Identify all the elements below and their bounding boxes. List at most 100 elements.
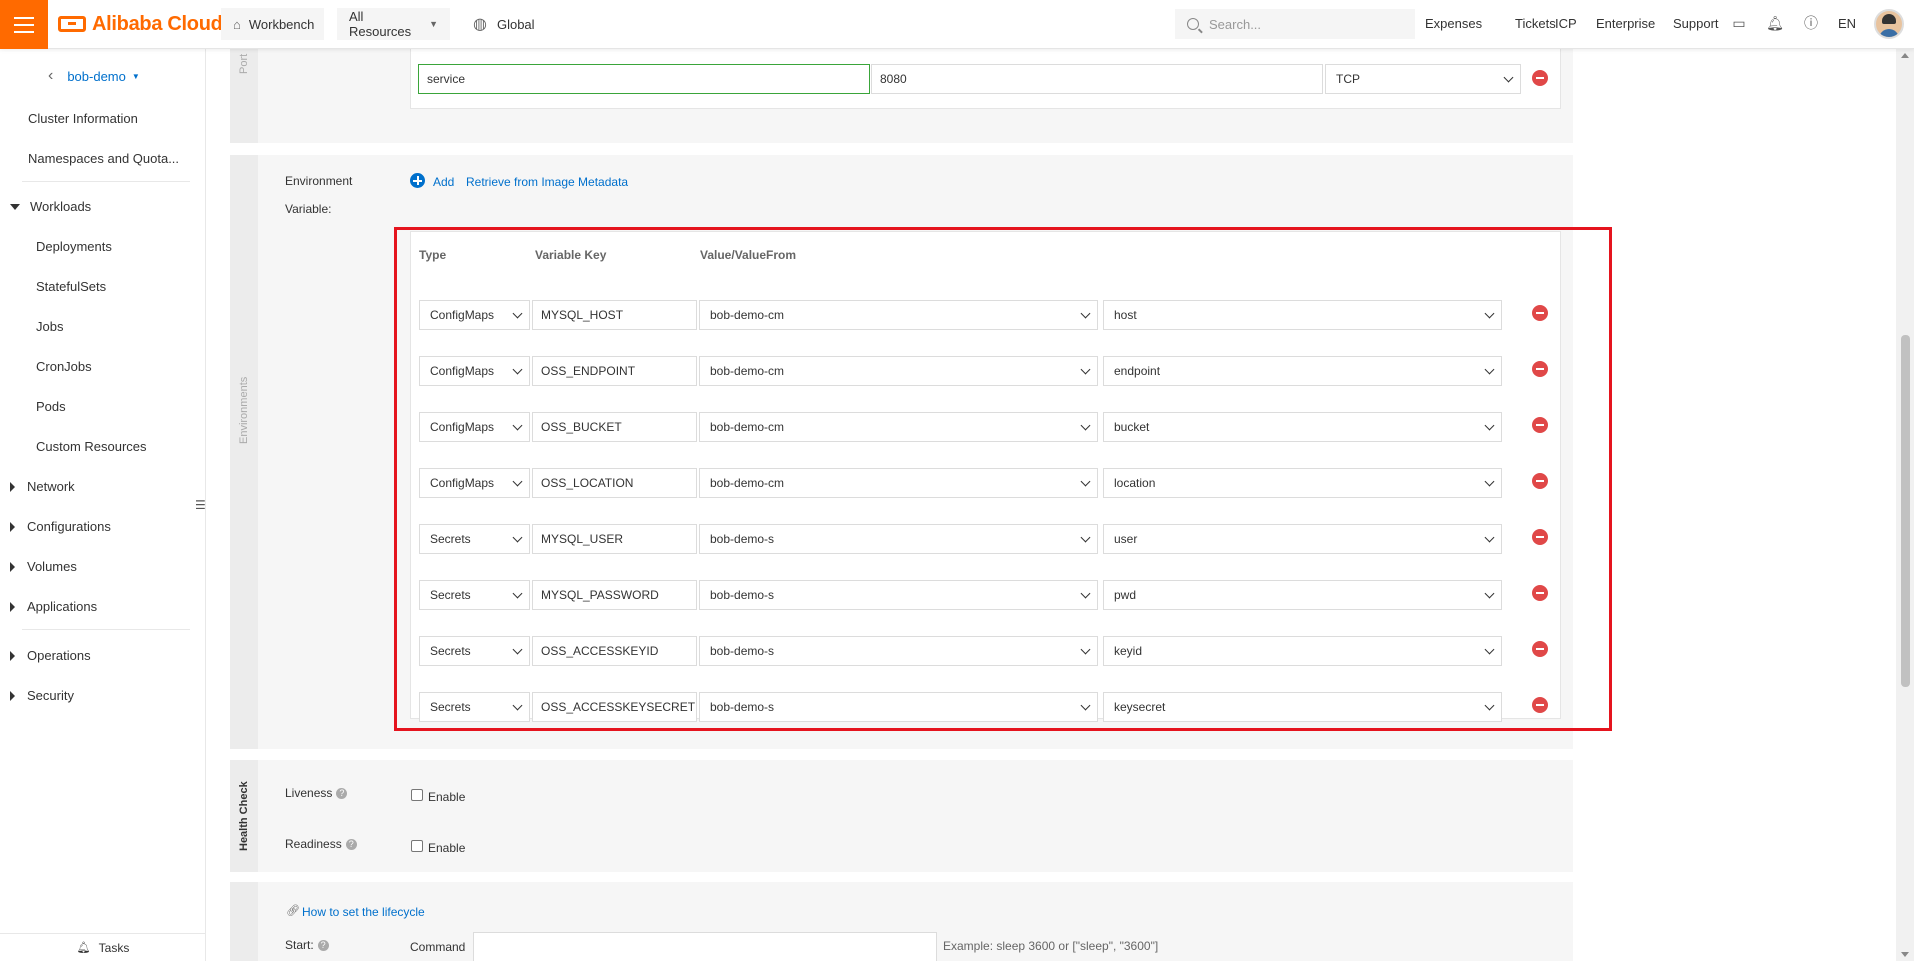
expenses-link[interactable]: Expenses	[1425, 16, 1482, 31]
sidebar-collapse-icon[interactable]: ☰	[195, 498, 206, 514]
collapsed-caret-icon	[10, 481, 15, 492]
sidebar-group-volumes[interactable]: Volumes	[10, 559, 77, 574]
globe-icon: ◍	[473, 16, 487, 33]
sidebar-item-cronjobs[interactable]: CronJobs	[36, 359, 92, 374]
cluster-selector[interactable]: ‹ bob-demo ▼	[0, 49, 205, 103]
bell-icon: 🔔︎	[76, 942, 91, 954]
expanded-caret-icon	[10, 203, 20, 210]
sidebar-group-label: Network	[27, 479, 75, 494]
language-selector[interactable]: EN	[1838, 16, 1856, 31]
home-icon: ⌂	[233, 16, 241, 32]
readiness-enable-checkbox[interactable]	[411, 840, 423, 852]
port-section: Port service 8080 TCP	[230, 49, 1573, 143]
workbench-button[interactable]: ⌂ Workbench	[221, 8, 324, 40]
sidebar-group-workloads[interactable]: Workloads	[10, 199, 91, 214]
sidebar-group-security[interactable]: Security	[10, 688, 74, 703]
sidebar-group-operations[interactable]: Operations	[10, 648, 91, 663]
environments-section-label: Environments	[238, 376, 250, 444]
search-input[interactable]: Search...	[1175, 9, 1415, 39]
sidebar-item-cluster-information[interactable]: Cluster Information	[28, 111, 138, 126]
region-selector[interactable]: ◍ Global	[473, 8, 535, 40]
sidebar-group-network[interactable]: Network	[10, 479, 75, 494]
start-label: Start:?	[285, 938, 329, 952]
sidebar-item-deployments[interactable]: Deployments	[36, 239, 112, 254]
help-icon[interactable]: ⓘ	[1802, 14, 1820, 32]
retrieve-metadata-link[interactable]: Retrieve from Image Metadata	[466, 175, 628, 189]
main-content: Port service 8080 TCP Environments Envir…	[206, 49, 1896, 961]
alibaba-cloud-logo[interactable]: Alibaba Cloud	[58, 12, 223, 36]
sidebar-group-label: Security	[27, 688, 74, 703]
workbench-label: Workbench	[248, 16, 315, 32]
add-env-button[interactable]: Add	[433, 175, 454, 189]
enterprise-link[interactable]: Enterprise	[1596, 16, 1655, 31]
help-icon[interactable]: ?	[317, 940, 329, 951]
cluster-name: bob-demo	[67, 68, 126, 84]
collapsed-caret-icon	[10, 521, 15, 532]
protocol-select[interactable]: TCP	[1325, 64, 1521, 94]
sidebar-item-custom-resources[interactable]: Custom Resources	[36, 439, 147, 454]
env-variable-label-2: Variable:	[285, 202, 332, 216]
readiness-label: Readiness?	[285, 837, 357, 851]
liveness-enable-label[interactable]: Enable	[428, 790, 465, 804]
section-tab	[230, 882, 258, 961]
back-arrow-icon[interactable]: ‹	[48, 67, 53, 85]
sidebar-group-label: Operations	[27, 648, 91, 663]
tasks-label: Tasks	[98, 940, 130, 955]
port-section-label: Port	[238, 53, 250, 75]
page-scrollbar[interactable]	[1896, 49, 1914, 961]
alibaba-logo-icon	[58, 16, 86, 32]
sidebar-group-label: Applications	[27, 599, 98, 614]
scroll-thumb[interactable]	[1901, 335, 1910, 687]
scroll-up-icon[interactable]	[1901, 53, 1909, 58]
collapsed-caret-icon	[10, 650, 15, 661]
liveness-label: Liveness?	[285, 786, 348, 800]
scroll-down-icon[interactable]	[1901, 952, 1909, 957]
link-icon: 🔗︎	[286, 905, 300, 917]
sidebar-item-jobs[interactable]: Jobs	[36, 319, 63, 334]
search-icon	[1187, 18, 1199, 30]
add-circle-icon[interactable]	[410, 173, 425, 188]
search-placeholder: Search...	[1209, 16, 1262, 32]
hamburger-menu-icon[interactable]	[0, 0, 48, 49]
collapsed-caret-icon	[10, 601, 15, 612]
tickets-link[interactable]: Tickets	[1515, 16, 1556, 31]
sidebar-item-statefulsets[interactable]: StatefulSets	[36, 279, 106, 294]
sidebar-divider	[22, 181, 190, 182]
sidebar-group-label: Workloads	[30, 199, 92, 214]
help-icon[interactable]: ?	[336, 788, 348, 799]
terminal-icon[interactable]: ▭	[1730, 14, 1748, 32]
logo-text: Alibaba Cloud	[92, 12, 223, 35]
env-variable-label: Environment	[285, 174, 353, 188]
liveness-text: Liveness	[285, 786, 333, 800]
sidebar-divider	[22, 629, 190, 630]
icp-link[interactable]: ICP	[1555, 16, 1577, 31]
remove-port-icon[interactable]	[1532, 70, 1548, 86]
lifecycle-section: 🔗︎ How to set the lifecycle Start:? Comm…	[230, 882, 1573, 961]
sidebar-item-pods[interactable]: Pods	[36, 399, 66, 414]
sidebar: ‹ bob-demo ▼ Cluster Information Namespa…	[0, 49, 206, 961]
lifecycle-help-link[interactable]: How to set the lifecycle	[302, 905, 425, 919]
user-avatar[interactable]	[1874, 9, 1904, 39]
highlight-box	[394, 227, 1612, 731]
region-label: Global	[496, 16, 535, 32]
bell-icon[interactable]: 🔔︎	[1766, 14, 1784, 32]
chevron-down-icon: ▼	[429, 19, 438, 29]
help-icon[interactable]: ?	[345, 839, 357, 850]
tasks-button[interactable]: 🔔︎ Tasks	[0, 933, 206, 961]
sidebar-group-configurations[interactable]: Configurations	[10, 519, 111, 534]
all-resources-label: All Resources	[349, 9, 412, 39]
port-name-input[interactable]: service	[418, 64, 870, 94]
liveness-enable-checkbox[interactable]	[411, 789, 423, 801]
health-check-section-label: Health Check	[238, 781, 250, 851]
sidebar-group-applications[interactable]: Applications	[10, 599, 97, 614]
sidebar-group-label: Configurations	[27, 519, 111, 534]
support-link[interactable]: Support	[1673, 16, 1719, 31]
top-navigation-bar: Alibaba Cloud ⌂ Workbench All Resources …	[0, 0, 1914, 49]
readiness-enable-label[interactable]: Enable	[428, 841, 465, 855]
start-command-input[interactable]	[473, 932, 937, 961]
caret-down-icon: ▼	[131, 71, 140, 81]
sidebar-item-namespaces[interactable]: Namespaces and Quota...	[28, 151, 179, 166]
all-resources-dropdown[interactable]: All Resources ▼	[337, 8, 450, 40]
port-number-input[interactable]: 8080	[871, 64, 1323, 94]
command-label: Command	[410, 940, 466, 954]
